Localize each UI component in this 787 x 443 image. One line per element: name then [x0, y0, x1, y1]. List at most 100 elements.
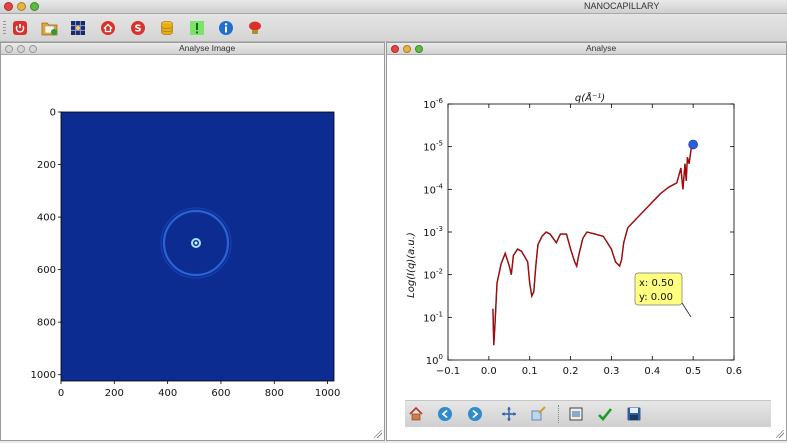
exclamation-icon [190, 21, 204, 35]
arrow-left-icon [438, 407, 452, 421]
y-tick-base: 10 [423, 313, 436, 324]
y-tick-base: 10 [426, 356, 439, 367]
configure-subplots-icon [569, 407, 583, 421]
x-tick-label: 0.4 [644, 366, 660, 377]
floppy-disk-icon [627, 407, 641, 421]
x-tick-label: 0.3 [603, 366, 619, 377]
image-y-tick-label: 400 [37, 213, 56, 224]
plot-back-button[interactable] [436, 405, 454, 423]
plot-configure-button[interactable] [567, 405, 585, 423]
plot-zoom-button[interactable] [529, 405, 547, 423]
zoom-window-button[interactable] [30, 2, 39, 11]
plot-title: q(Å⁻¹) [575, 91, 605, 104]
image-y-ticks: 0 200 400 600 800 1000 [31, 108, 61, 381]
image-window-zoom-button[interactable] [29, 44, 37, 53]
toolbar-grip[interactable] [3, 21, 6, 35]
x-tick-label: 0.6 [726, 366, 742, 377]
plot-save-button[interactable] [625, 405, 643, 423]
y-tick-label: 10-3 [423, 225, 443, 239]
image-x-tick-label: 1000 [315, 388, 340, 399]
toolbar-separator [558, 405, 560, 423]
home-button[interactable] [99, 19, 117, 37]
x-tick-label: 0.1 [522, 366, 538, 377]
image-y-tick-label: 600 [37, 265, 56, 276]
plot-pan-button[interactable] [500, 405, 518, 423]
y-tick-label: 10-1 [423, 310, 443, 324]
info-icon [219, 21, 233, 35]
power-icon [13, 21, 27, 35]
open-folder-button[interactable] [40, 19, 58, 37]
plot-window-zoom-button[interactable] [415, 44, 423, 53]
image-x-tick-label: 800 [265, 388, 284, 399]
svg-text:S: S [134, 24, 141, 35]
app-title: NANOCAPILLARY [584, 1, 660, 11]
plot-window-close-button[interactable] [391, 44, 399, 53]
intensity-plot[interactable]: q(Å⁻¹) Log(I(q)(a.u.) −0.1 0.0 0.1 0.2 0.3 0.… [387, 55, 787, 400]
y-tick-label: 10-5 [423, 140, 443, 154]
image-y-tick-label: 800 [37, 318, 56, 329]
plot-navigation-toolbar [405, 400, 771, 427]
y-tick-label: 10-2 [423, 268, 443, 282]
y-tick-base: 10 [423, 100, 436, 111]
image-window-minimize-button[interactable] [17, 44, 25, 53]
y-tick-exponent: -6 [436, 97, 444, 105]
database-icon [161, 20, 173, 35]
x-tick-label: 0.5 [685, 366, 701, 377]
zoom-rect-icon [531, 406, 546, 421]
detector-image-plot[interactable]: 0 200 400 600 800 1000 0 200 400 600 800 1000 [1, 55, 385, 440]
quit-button[interactable] [11, 19, 29, 37]
database-button[interactable] [158, 19, 176, 37]
plot-window-minimize-button[interactable] [403, 44, 411, 53]
close-window-button[interactable] [4, 2, 13, 11]
image-window-title: Analyse Image [179, 43, 236, 53]
y-tick-base: 10 [423, 271, 436, 282]
stop-button[interactable] [246, 19, 264, 37]
annotation-x-text: x: 0.50 [639, 278, 674, 289]
plot-forward-button[interactable] [466, 405, 484, 423]
y-tick-exponent: -3 [436, 225, 443, 233]
arrow-right-icon [468, 407, 482, 421]
plot-window-resize-grip[interactable] [776, 430, 784, 438]
home-icon [101, 21, 115, 35]
image-y-tick-label: 0 [50, 108, 56, 119]
app-titlebar: NANOCAPILLARY [0, 0, 787, 14]
analyse-image-titlebar[interactable]: Analyse Image [1, 43, 384, 55]
grid-icon [71, 21, 85, 35]
main-toolbar: S [0, 14, 787, 42]
folder-open-icon [41, 22, 57, 36]
analyse-image-window: Analyse Image 0 200 400 600 800 1000 0 200 400 6… [0, 42, 385, 441]
minimize-window-button[interactable] [17, 2, 26, 11]
plot-apply-button[interactable] [596, 405, 614, 423]
y-tick-exponent: -2 [436, 268, 443, 276]
image-y-tick-label: 200 [37, 160, 56, 171]
alert-button[interactable] [188, 19, 206, 37]
analyse-plot-titlebar[interactable]: Analyse [387, 43, 786, 55]
image-window-close-button[interactable] [5, 44, 13, 53]
beam-center [194, 241, 198, 245]
info-button[interactable] [217, 19, 235, 37]
checkmark-icon [598, 408, 613, 421]
y-tick-label: 10-6 [423, 97, 443, 111]
y-tick-label: 100 [426, 353, 443, 367]
plot-home-button[interactable] [407, 405, 425, 423]
image-x-tick-label: 0 [58, 388, 64, 399]
pan-arrows-icon [502, 407, 516, 421]
save-button[interactable]: S [129, 19, 147, 37]
x-tick-label: 0.2 [563, 366, 579, 377]
y-tick-label: 10-4 [423, 182, 443, 196]
y-tick-base: 10 [423, 143, 436, 154]
image-window-resize-grip[interactable] [374, 430, 382, 438]
image-x-tick-label: 400 [158, 388, 177, 399]
plot-window-title: Analyse [586, 43, 617, 53]
analyse-plot-window: Analyse q(Å⁻¹) Log(I(q)(a.u.) −0.1 0.0 0.1… [386, 42, 787, 441]
y-tick-exponent: -5 [436, 140, 443, 148]
selected-point-marker[interactable] [688, 139, 698, 150]
y-tick-exponent: -4 [436, 182, 444, 190]
x-tick-label: 0.0 [481, 366, 497, 377]
grid-view-button[interactable] [69, 19, 87, 37]
y-tick-exponent: 0 [439, 353, 443, 361]
y-tick-base: 10 [423, 185, 436, 196]
home-icon [409, 406, 423, 421]
annotation-y-text: y: 0.00 [639, 292, 673, 303]
image-x-tick-label: 200 [105, 388, 124, 399]
